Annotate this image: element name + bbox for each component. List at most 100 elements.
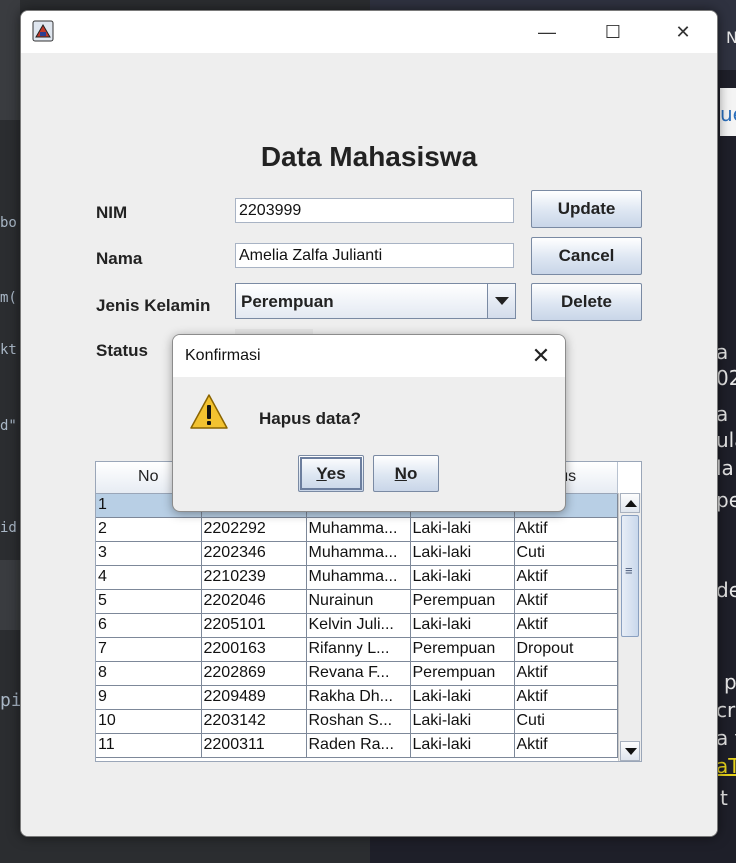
no-mnemonic: N	[394, 464, 407, 483]
table-cell[interactable]: 3	[96, 541, 202, 566]
table-cell[interactable]: 9	[96, 685, 202, 710]
table-cell[interactable]: Rakha Dh...	[306, 685, 411, 710]
table-cell[interactable]: 2210239	[201, 565, 307, 590]
table-cell[interactable]: 2200311	[201, 733, 307, 758]
bg-text: 02	[716, 366, 736, 390]
chevron-down-icon[interactable]	[487, 284, 515, 318]
table-cell[interactable]: Aktif	[514, 517, 618, 542]
window-titlebar: — ☐ ✕	[21, 11, 717, 53]
table-row[interactable]: 10 2203142 Roshan S... Laki-laki Cuti	[96, 709, 618, 734]
table-cell[interactable]: Muhamma...	[306, 541, 411, 566]
table-cell[interactable]: 8	[96, 661, 202, 686]
table-cell[interactable]: Aktif	[514, 733, 618, 758]
table-cell[interactable]: Perempuan	[410, 637, 515, 662]
table-cell[interactable]: 6	[96, 613, 202, 638]
bg-text: de	[716, 578, 736, 602]
table-row[interactable]: 6 2205101 Kelvin Juli... Laki-laki Aktif	[96, 613, 618, 638]
editor-gutter	[0, 0, 20, 120]
table-cell[interactable]: Laki-laki	[410, 685, 515, 710]
table-cell[interactable]: 2202046	[201, 589, 307, 614]
bg-text: a t	[716, 726, 736, 750]
update-button[interactable]: Update	[531, 190, 642, 228]
table-cell[interactable]: Laki-laki	[410, 613, 515, 638]
table-cell[interactable]: Roshan S...	[306, 709, 411, 734]
table-cell[interactable]: 7	[96, 637, 202, 662]
close-window-button[interactable]: ✕	[661, 17, 705, 47]
table-cell[interactable]: 2205101	[201, 613, 307, 638]
table-cell[interactable]: Perempuan	[410, 661, 515, 686]
table-cell[interactable]: Aktif	[514, 589, 618, 614]
table-cell[interactable]: 2200163	[201, 637, 307, 662]
yes-button[interactable]: Yes	[298, 455, 364, 492]
table-cell[interactable]: Cuti	[514, 709, 618, 734]
table-cell[interactable]: Kelvin Juli...	[306, 613, 411, 638]
confirm-dialog: Konfirmasi ✕ Hapus data? Yes No	[172, 334, 566, 512]
table-row[interactable]: 2 2202292 Muhamma... Laki-laki Aktif	[96, 517, 618, 542]
table-cell[interactable]: 2202869	[201, 661, 307, 686]
table-cell[interactable]: 2202292	[201, 517, 307, 542]
minimize-button[interactable]: —	[525, 17, 569, 47]
table-cell[interactable]: 2203142	[201, 709, 307, 734]
table-cell[interactable]: Aktif	[514, 613, 618, 638]
bg-text: pe	[716, 488, 736, 512]
dialog-close-button[interactable]: ✕	[523, 340, 559, 372]
table-cell[interactable]: 2	[96, 517, 202, 542]
table-cell[interactable]: Laki-laki	[410, 541, 515, 566]
nim-field[interactable]: 2203999	[235, 198, 514, 223]
nama-field[interactable]: Amelia Zalfa Julianti	[235, 243, 514, 268]
table-cell[interactable]: Cuti	[514, 541, 618, 566]
delete-button[interactable]: Delete	[531, 283, 642, 321]
cancel-button[interactable]: Cancel	[531, 237, 642, 275]
bg-code-text: bo	[0, 215, 17, 231]
maximize-button[interactable]: ☐	[591, 17, 635, 47]
table-cell[interactable]: Aktif	[514, 685, 618, 710]
table-cell[interactable]: 11	[96, 733, 202, 758]
scroll-down-icon[interactable]	[620, 741, 640, 761]
scroll-up-icon[interactable]	[620, 493, 640, 513]
no-button[interactable]: No	[373, 455, 439, 492]
table-cell[interactable]: Rifanny L...	[306, 637, 411, 662]
table-cell[interactable]: Revana F...	[306, 661, 411, 686]
table-cell[interactable]: Aktif	[514, 661, 618, 686]
dialog-title: Konfirmasi	[185, 347, 261, 364]
table-row[interactable]: 8 2202869 Revana F... Perempuan Aktif	[96, 661, 618, 686]
table-cell[interactable]: Muhamma...	[306, 565, 411, 590]
table-cell[interactable]: Raden Ra...	[306, 733, 411, 758]
table-cell[interactable]: Laki-laki	[410, 565, 515, 590]
jenis-kelamin-dropdown[interactable]: Perempuan	[235, 283, 516, 319]
nim-label: NIM	[96, 203, 128, 222]
jenis-kelamin-value: Perempuan	[241, 292, 334, 311]
warning-icon	[190, 394, 228, 429]
table-row[interactable]: 4 2210239 Muhamma... Laki-laki Aktif	[96, 565, 618, 590]
table-cell[interactable]: 2202346	[201, 541, 307, 566]
bg-text: p	[724, 670, 736, 694]
table-cell[interactable]: Aktif	[514, 565, 618, 590]
table-cell[interactable]: Nurainun	[306, 589, 411, 614]
table-cell[interactable]: Laki-laki	[410, 517, 515, 542]
scrollbar-thumb[interactable]	[621, 515, 639, 637]
table-cell[interactable]: Muhamma...	[306, 517, 411, 542]
page-title: Data Mahasiswa	[260, 141, 478, 172]
bg-text: cr	[716, 698, 736, 722]
table-cell[interactable]: 10	[96, 709, 202, 734]
table-row[interactable]: 11 2200311 Raden Ra... Laki-laki Aktif	[96, 733, 618, 758]
dialog-message: Hapus data?	[259, 409, 362, 428]
table-row[interactable]: 7 2200163 Rifanny L... Perempuan Dropout	[96, 637, 618, 662]
dialog-titlebar: Konfirmasi ✕	[173, 335, 565, 377]
table-row[interactable]: 5 2202046 Nurainun Perempuan Aktif	[96, 589, 618, 614]
table-row[interactable]: 3 2202346 Muhamma... Laki-laki Cuti	[96, 541, 618, 566]
bg-text: N	[726, 28, 736, 47]
table-cell[interactable]: 4	[96, 565, 202, 590]
nama-label: Nama	[96, 249, 143, 268]
table-cell[interactable]: Laki-laki	[410, 709, 515, 734]
table-row[interactable]: 9 2209489 Rakha Dh... Laki-laki Aktif	[96, 685, 618, 710]
bg-code-text: m(	[0, 290, 17, 306]
yes-label: es	[326, 464, 346, 483]
table-cell[interactable]: 5	[96, 589, 202, 614]
table-cell[interactable]: Perempuan	[410, 589, 515, 614]
table-cell[interactable]: 2209489	[201, 685, 307, 710]
bg-text: ue	[720, 102, 736, 126]
table-cell[interactable]: Dropout	[514, 637, 618, 662]
table-cell[interactable]: Laki-laki	[410, 733, 515, 758]
table-scrollbar[interactable]	[618, 493, 641, 761]
